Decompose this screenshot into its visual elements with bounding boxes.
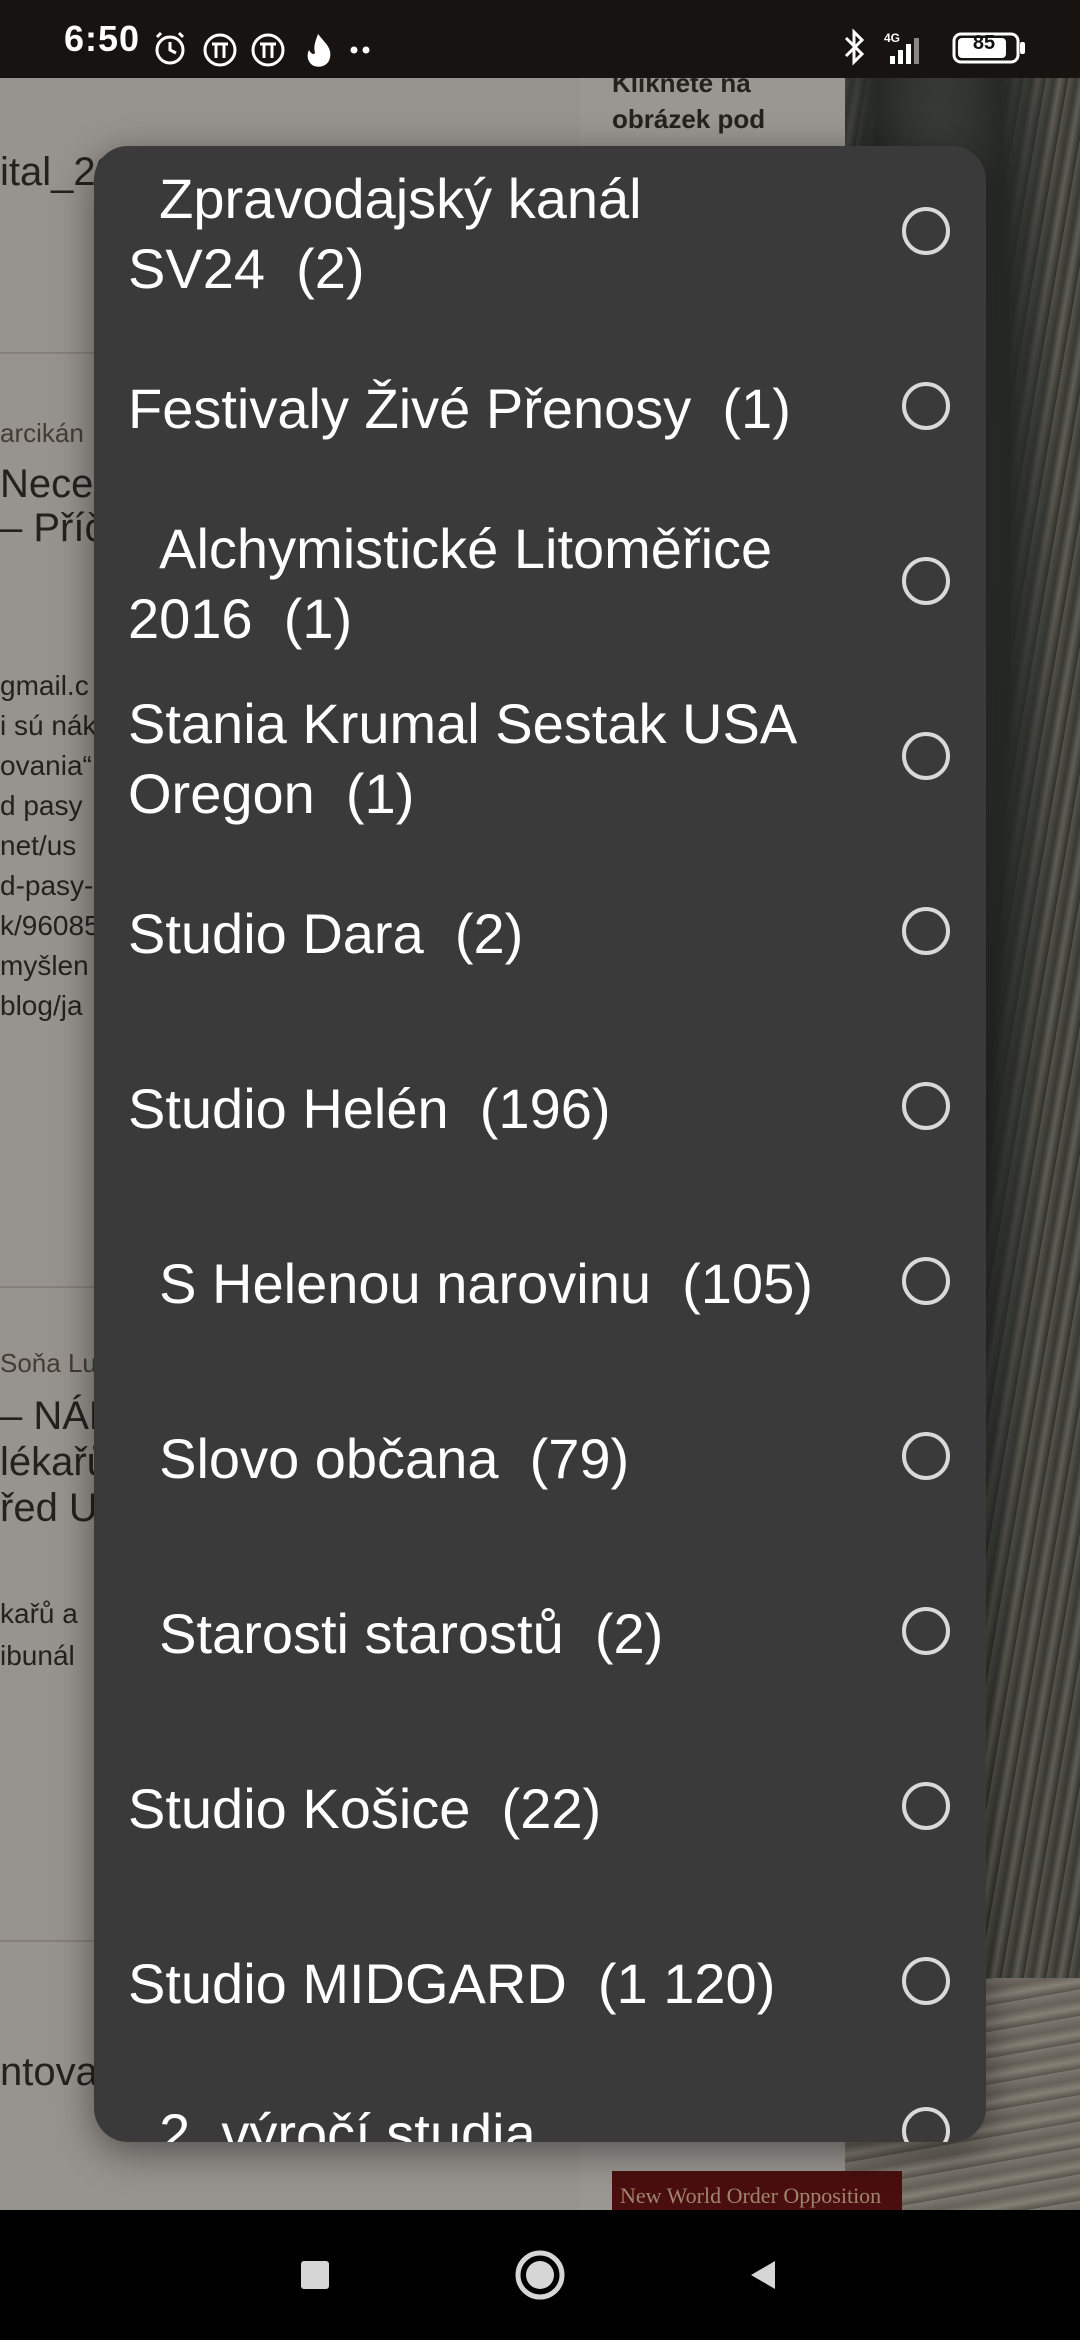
option-slovo-obcana[interactable]: Slovo občana (79) (94, 1371, 986, 1546)
signal-icon: 4G (884, 31, 919, 64)
option-label: Studio MIDGARD (1 120) (128, 1951, 776, 2015)
radio-button[interactable] (902, 906, 950, 955)
option-2-vyroci-studia[interactable]: 2. výročí studia (94, 2046, 986, 2142)
recents-square-icon[interactable] (250, 2210, 380, 2340)
radio-button[interactable] (902, 731, 950, 780)
radio-button[interactable] (902, 381, 950, 430)
option-label: Zpravodajský kanál SV24 (2) (128, 166, 642, 300)
option-label: Slovo občana (79) (128, 1426, 630, 1490)
home-circle-icon[interactable] (475, 2210, 605, 2340)
option-label: S Helenou narovinu (105) (128, 1251, 813, 1315)
status-time: 6:50 (64, 18, 141, 59)
option-studio-helen[interactable]: Studio Helén (196) (94, 1021, 986, 1196)
radio-button[interactable] (902, 1431, 950, 1480)
radio-button[interactable] (902, 1081, 950, 1130)
option-studio-kosice[interactable]: Studio Košice (22) (94, 1721, 986, 1896)
option-studio-midgard[interactable]: Studio MIDGARD (1 120) (94, 1896, 986, 2071)
option-label: Alchymistické Litoměřice 2016 (1) (128, 516, 773, 650)
option-starosti-starostu[interactable]: Starosti starostů (2) (94, 1546, 986, 1721)
status-icons-left (150, 28, 370, 68)
option-label: Festivaly Živé Přenosy (1) (128, 376, 791, 440)
option-label: Studio Dara (2) (128, 901, 524, 965)
battery-level: 85 (972, 32, 996, 54)
option-studio-dara[interactable]: Studio Dara (2) (94, 846, 986, 1021)
status-bar: 6:50 4G 85 (0, 0, 1080, 78)
more-dots-icon (350, 46, 370, 54)
option-alchymisticke-litomerice[interactable]: Alchymistické Litoměřice 2016 (1) (94, 496, 986, 671)
option-s-helenou-narovinu[interactable]: S Helenou narovinu (105) (94, 1196, 986, 1371)
pi-icon (203, 33, 237, 67)
radio-button[interactable] (902, 1781, 950, 1830)
radio-button[interactable] (902, 206, 950, 255)
radio-button[interactable] (902, 2106, 950, 2142)
screen: 6:50 4G 85 ital_291 arcikán Necen – Příč… (0, 0, 1080, 2340)
back-triangle-icon[interactable] (698, 2210, 828, 2340)
option-label: 2. výročí studia (128, 2101, 536, 2143)
radio-button[interactable] (902, 1956, 950, 2005)
option-label: Stania Krumal Sestak USA Oregon (1) (128, 691, 798, 825)
option-stania-krumal-sestak[interactable]: Stania Krumal Sestak USA Oregon (1) (94, 671, 986, 846)
bluetooth-icon (844, 28, 865, 66)
category-picker-dialog: Zpravodajský kanál SV24 (2) Festivaly Ži… (94, 146, 986, 2142)
status-icons-right: 4G 85 (842, 26, 1042, 66)
option-label: Starosti starostů (2) (128, 1601, 664, 1665)
flame-icon (307, 34, 331, 67)
radio-button[interactable] (902, 1606, 950, 1655)
svg-text:4G: 4G (884, 31, 900, 45)
radio-button[interactable] (902, 1256, 950, 1305)
pi-icon (251, 33, 285, 67)
radio-button[interactable] (902, 556, 950, 605)
alarm-icon (155, 31, 185, 65)
option-festivaly-zive-prenosy[interactable]: Festivaly Živé Přenosy (1) (94, 321, 986, 496)
navigation-bar (0, 2210, 1080, 2340)
option-zpravodajsky-kanal-sv24[interactable]: Zpravodajský kanál SV24 (2) (94, 146, 986, 321)
option-label: Studio Košice (22) (128, 1776, 602, 1840)
option-label: Studio Helén (196) (128, 1076, 611, 1140)
